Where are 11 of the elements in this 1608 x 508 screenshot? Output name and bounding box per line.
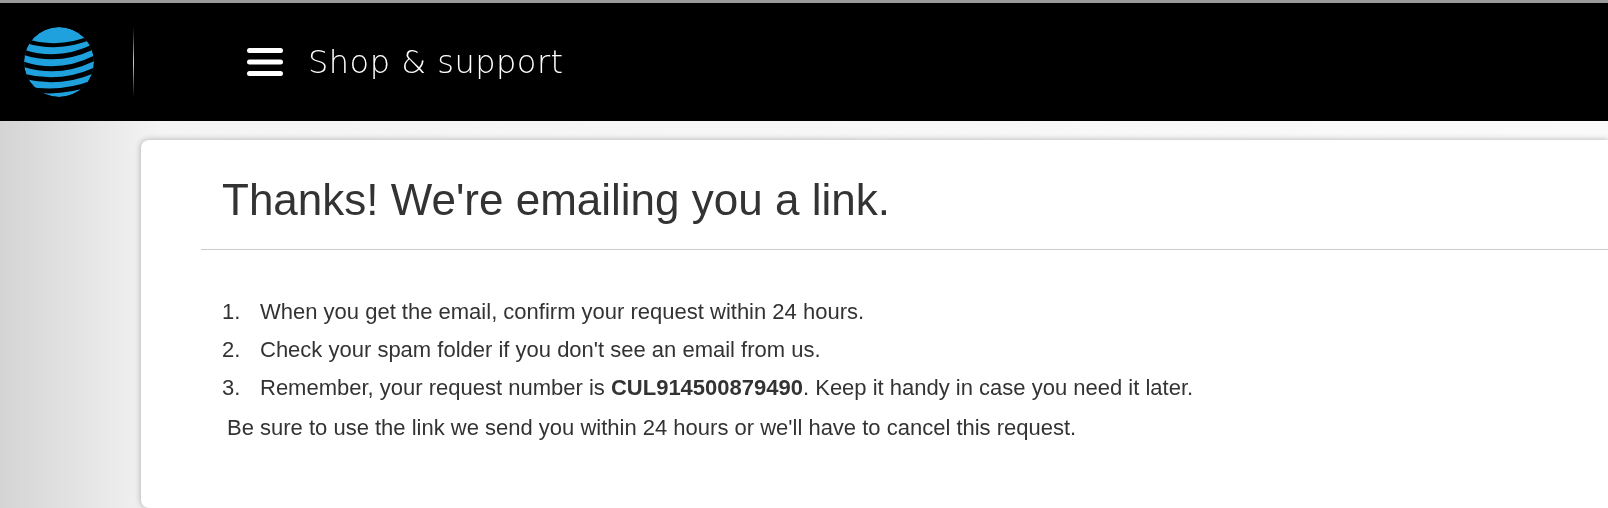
step-number: 1. — [222, 299, 242, 325]
shop-support-link[interactable]: Shop & support — [308, 38, 564, 86]
note-text: Be sure to use the link we send you within 24 hours or we'll have to cancel this request. — [227, 415, 1078, 441]
confirmation-title: Thanks! We're emailing you a link. — [222, 174, 891, 226]
step-number: 2. — [222, 337, 242, 363]
step-text: Check your spam folder if you don't see an email from us. — [260, 337, 821, 363]
globe-logo-icon[interactable] — [23, 26, 95, 98]
step-number: 3. — [222, 375, 242, 401]
menu-icon[interactable] — [247, 48, 283, 76]
step-text: When you get the email, confirm your request within 24 hours. — [260, 299, 865, 325]
step-text: Remember, your request number is CUL914500879490. Keep it handy in case you need it later. — [260, 375, 1194, 401]
